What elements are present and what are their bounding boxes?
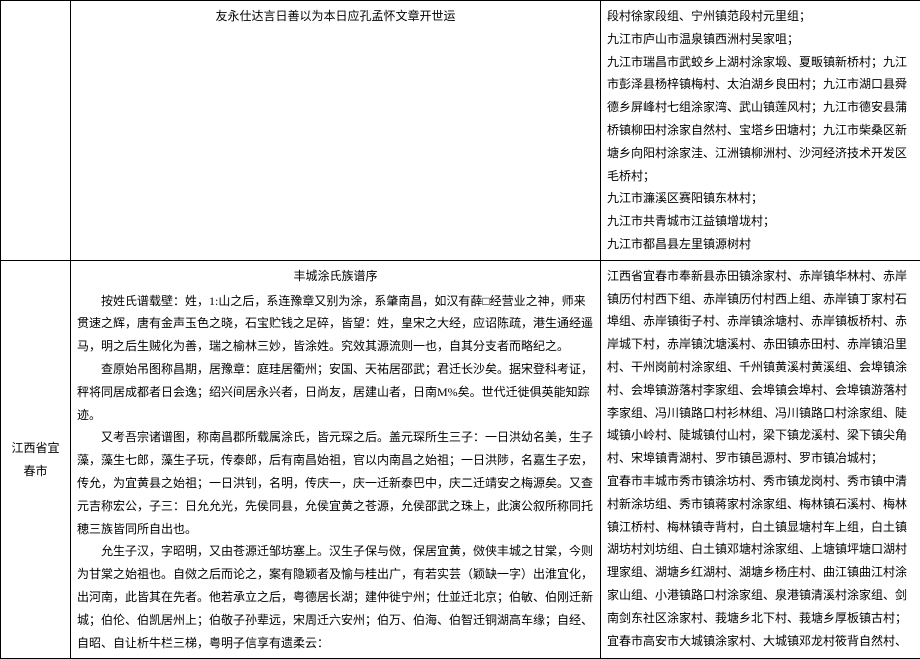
location-line: 九江市共青城市江益镇增垅村； [607, 210, 914, 233]
table-row: 江西省宜春市 丰城涂氏族谱序 按姓氏谱载壁：姓，1:山之后，系连豫章又别为涂，系… [1, 260, 920, 659]
paragraph: 又考吾宗诸谱图，称南昌郡所载属涂氏，皆元琛之后。盖元琛所生三子：一日洪幼名美，生… [77, 426, 594, 540]
table-row: 友永仕达言日善以为本日应孔孟怀文章开世运 段村徐家段组、宁州镇范段村元里组； 九… [1, 1, 920, 261]
location-list-cell: 段村徐家段组、宁州镇范段村元里组； 九江市庐山市温泉镇西洲村吴家咀； 九江市瑞昌… [601, 1, 920, 261]
location-line: 九江市都昌县左里镇源树村 [607, 233, 914, 256]
location-line: 江西省宜春市奉新县赤田镇涂家村、赤岸镇华林村、赤岸镇历付村西下组、赤岸镇历付村西… [607, 265, 914, 470]
paragraph: 按姓氏谱载壁：姓，1:山之后，系连豫章又别为涂，系肇南昌，如汉有薛□经营业之神，… [77, 290, 594, 358]
genealogy-table: 友永仕达言日善以为本日应孔孟怀文章开世运 段村徐家段组、宁州镇范段村元里组； 九… [0, 0, 920, 659]
location-line: 九江市庐山市温泉镇西洲村吴家咀； [607, 28, 914, 51]
paragraph: 允生子汉，字昭明，又由苍源迁邹坊塞上。汉生子保与傚，保居宜黄，傚侠丰城之甘棠，今… [77, 540, 594, 654]
location-line: 宜春市高安市大城镇涂家村、大城镇邓龙村筱背自然村、 [607, 630, 914, 653]
entry-title: 丰城涂氏族谱序 [77, 265, 594, 288]
location-line: 段村徐家段组、宁州镇范段村元里组； [607, 5, 914, 28]
document-page: 友永仕达言日善以为本日应孔孟怀文章开世运 段村徐家段组、宁州镇范段村元里组； 九… [0, 0, 920, 651]
entry-title: 友永仕达言日善以为本日应孔孟怀文章开世运 [77, 5, 594, 28]
paragraph: 查原始吊图称昌期，居豫章：庭珪居衢州；安国、天祐居邵武；君迁长沙矣。据宋登科考证… [77, 358, 594, 426]
location-line: 九江市瑞昌市武蛟乡上湖村涂家塅、夏畈镇新桥村；九江市彭泽县杨梓镇梅村、太泊湖乡良… [607, 51, 914, 188]
region-cell-empty [1, 1, 71, 261]
region-cell: 江西省宜春市 [1, 260, 71, 659]
location-line: 九江市濂溪区赛阳镇东林村； [607, 187, 914, 210]
genealogy-text-cell: 友永仕达言日善以为本日应孔孟怀文章开世运 [71, 1, 601, 261]
location-line: 宜春市丰城市秀市镇涂坊村、秀市镇龙岗村、秀市镇中清村新涂坊组、秀市镇蒋家村涂家组… [607, 470, 914, 630]
location-list-cell: 江西省宜春市奉新县赤田镇涂家村、赤岸镇华林村、赤岸镇历付村西下组、赤岸镇历付村西… [601, 260, 920, 659]
genealogy-text-cell: 丰城涂氏族谱序 按姓氏谱载壁：姓，1:山之后，系连豫章又别为涂，系肇南昌，如汉有… [71, 260, 601, 659]
